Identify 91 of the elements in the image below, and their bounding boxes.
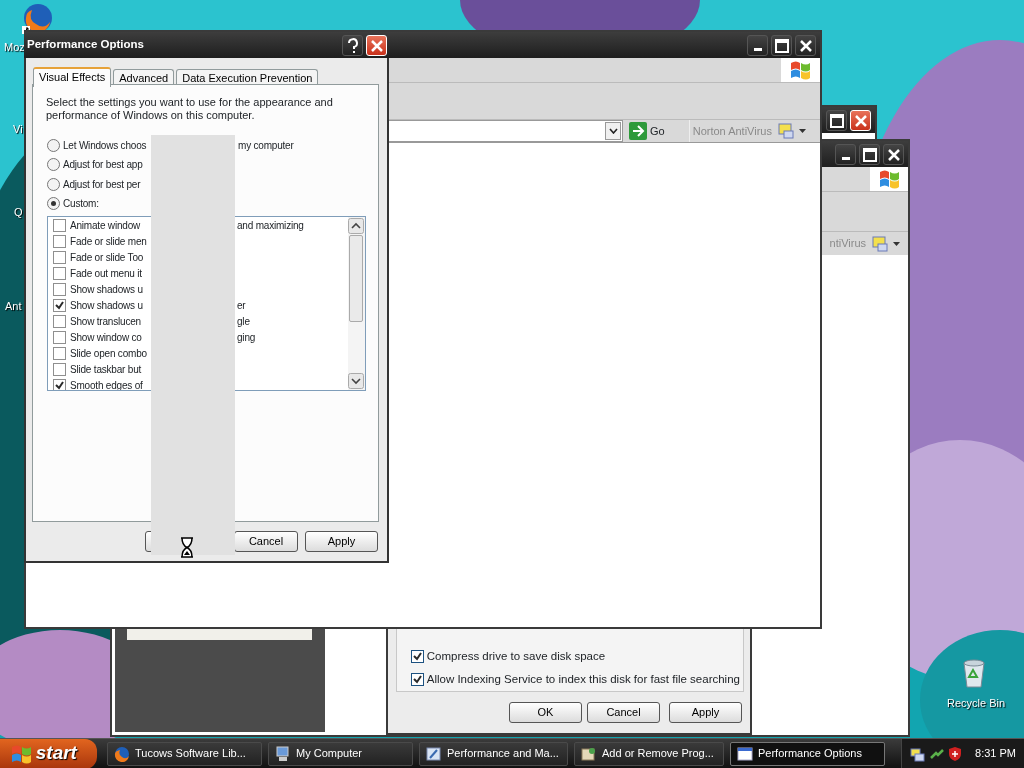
toolbar-label: Norton AntiVirus bbox=[692, 123, 772, 139]
window-icon bbox=[737, 745, 753, 762]
maximize-button[interactable] bbox=[826, 109, 847, 131]
taskbar-button[interactable]: Performance and Ma... bbox=[419, 741, 568, 766]
chevron-down-icon bbox=[608, 128, 618, 134]
checkbox[interactable] bbox=[53, 298, 66, 312]
checkbox-label: ging bbox=[237, 330, 256, 345]
icon-label[interactable]: Ant bbox=[5, 298, 22, 315]
toolbar-label: ntiVirus bbox=[829, 236, 866, 252]
checkbox[interactable] bbox=[53, 330, 66, 344]
caret-icon[interactable] bbox=[799, 129, 806, 133]
minimize-button[interactable] bbox=[835, 143, 856, 165]
dialog-button[interactable]: Cancel bbox=[587, 702, 660, 723]
radio-label: my computer bbox=[238, 138, 294, 153]
checkbox-label: Smooth edges of bbox=[70, 378, 143, 390]
icon-label[interactable]: Q bbox=[14, 204, 23, 221]
help-button[interactable] bbox=[342, 34, 363, 56]
dialog-button[interactable]: Apply bbox=[305, 531, 378, 552]
computer-icon bbox=[275, 745, 291, 762]
maximize-button[interactable] bbox=[771, 34, 792, 56]
radio-label: Custom: bbox=[63, 197, 99, 211]
checkbox[interactable] bbox=[53, 282, 66, 296]
radio-button[interactable] bbox=[47, 138, 60, 152]
dialog-button[interactable]: OK bbox=[509, 702, 582, 723]
checkbox-label: Show translucen bbox=[70, 314, 141, 329]
checkmark-icon bbox=[413, 652, 422, 662]
taskbar-button[interactable]: My Computer bbox=[268, 741, 413, 766]
scroll-up-button[interactable] bbox=[348, 218, 364, 234]
checkbox-label: Show shadows u bbox=[70, 282, 143, 297]
checkbox[interactable] bbox=[53, 346, 66, 360]
panel-icon bbox=[426, 745, 442, 762]
go-button[interactable]: Go bbox=[623, 120, 689, 142]
minimize-icon bbox=[753, 47, 762, 51]
network-icon[interactable] bbox=[910, 745, 926, 762]
taskbar-button[interactable]: Add or Remove Prog... bbox=[574, 741, 724, 766]
dropdown-button[interactable] bbox=[605, 122, 622, 140]
checkmark-icon bbox=[55, 300, 64, 310]
checkbox-label: Slide open combo bbox=[70, 346, 147, 361]
caret-icon[interactable] bbox=[893, 241, 900, 246]
checkbox-label: Show shadows u bbox=[70, 298, 143, 313]
browser-icon bbox=[114, 745, 130, 762]
close-button[interactable] bbox=[795, 34, 816, 56]
windows-logo-icon bbox=[877, 168, 901, 190]
checkbox[interactable] bbox=[53, 234, 66, 248]
clock: 8:31 PM bbox=[975, 746, 1016, 762]
maximize-button[interactable] bbox=[859, 143, 880, 165]
checkbox-label: Fade or slide Too bbox=[70, 250, 144, 265]
checkbox[interactable] bbox=[53, 362, 66, 376]
dialog-title: Performance Options bbox=[27, 37, 145, 53]
checkbox-label: er bbox=[237, 298, 246, 313]
checkmark-icon bbox=[413, 675, 422, 685]
windows-logo-icon bbox=[789, 59, 812, 81]
dialog-button[interactable]: Cancel bbox=[234, 531, 298, 552]
checkbox-label: Compress drive to save disk space bbox=[426, 649, 606, 664]
start-button[interactable]: start bbox=[0, 738, 97, 768]
checkbox[interactable] bbox=[53, 266, 66, 280]
checkbox-label: Animate window bbox=[70, 218, 140, 233]
checkbox[interactable] bbox=[411, 673, 424, 687]
checkbox-label: Fade out menu it bbox=[70, 266, 142, 281]
checkbox[interactable] bbox=[53, 378, 66, 390]
tab[interactable]: Visual Effects bbox=[33, 67, 112, 87]
checkbox-label: Slide taskbar but bbox=[70, 362, 142, 377]
radio-label: Adjust for best app bbox=[63, 158, 143, 172]
checkbox-label: Fade or slide men bbox=[70, 234, 147, 249]
installer-icon bbox=[581, 745, 597, 762]
radio-button[interactable] bbox=[47, 197, 60, 210]
checkbox[interactable] bbox=[53, 314, 66, 328]
description-text: Select the settings you want to use for the appearance and performance of Windows on this computer. bbox=[46, 96, 334, 122]
radio-label: Adjust for best per bbox=[63, 177, 141, 192]
arrow-right-icon bbox=[629, 122, 648, 140]
checkbox-label: Allow Indexing Service to index this disk for fast file searching bbox=[426, 672, 740, 687]
taskbar-button[interactable]: Tucows Software Lib... bbox=[107, 741, 262, 766]
close-button[interactable] bbox=[883, 143, 904, 165]
checkbox-label: gle bbox=[237, 314, 250, 329]
minimize-icon bbox=[841, 156, 850, 160]
scrollbar-thumb[interactable] bbox=[349, 235, 363, 322]
radio-label: Let Windows choos bbox=[63, 138, 147, 153]
scroll-down-button[interactable] bbox=[348, 373, 364, 389]
radio-button[interactable] bbox=[47, 177, 60, 191]
minimize-button[interactable] bbox=[747, 34, 768, 56]
checkbox-label: and maximizing bbox=[237, 218, 304, 233]
address-field[interactable] bbox=[389, 120, 624, 142]
checkbox[interactable] bbox=[53, 250, 66, 264]
radio-button[interactable] bbox=[47, 158, 60, 171]
checkbox[interactable] bbox=[411, 650, 424, 664]
dialog-button[interactable]: Apply bbox=[669, 702, 742, 723]
checkbox[interactable] bbox=[53, 218, 66, 232]
taskbar-button[interactable]: Performance Options bbox=[730, 741, 885, 766]
checkmark-icon bbox=[55, 380, 64, 390]
shield-icon[interactable] bbox=[947, 745, 962, 762]
checkbox-label: Show window co bbox=[70, 330, 142, 345]
